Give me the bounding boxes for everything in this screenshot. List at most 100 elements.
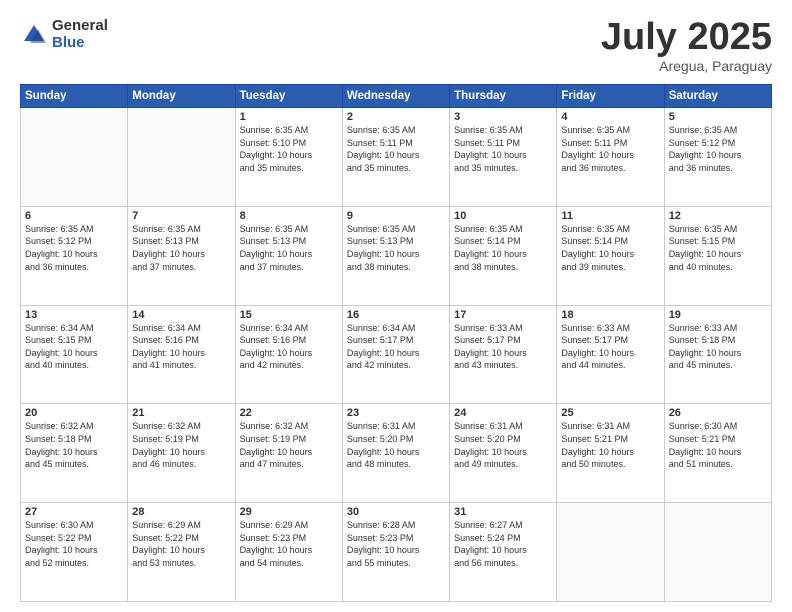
logo-blue-text: Blue [52,35,108,52]
table-cell [664,503,771,602]
day-number: 4 [561,111,659,123]
day-info: Sunrise: 6:29 AMSunset: 5:22 PMDaylight:… [132,519,230,569]
day-info: Sunrise: 6:30 AMSunset: 5:22 PMDaylight:… [25,519,123,569]
table-cell: 13Sunrise: 6:34 AMSunset: 5:15 PMDayligh… [21,305,128,404]
day-number: 8 [240,210,338,222]
day-number: 14 [132,309,230,321]
calendar-table: Sunday Monday Tuesday Wednesday Thursday… [20,84,772,602]
day-info: Sunrise: 6:28 AMSunset: 5:23 PMDaylight:… [347,519,445,569]
day-info: Sunrise: 6:34 AMSunset: 5:16 PMDaylight:… [132,322,230,372]
day-info: Sunrise: 6:34 AMSunset: 5:17 PMDaylight:… [347,322,445,372]
table-cell: 18Sunrise: 6:33 AMSunset: 5:17 PMDayligh… [557,305,664,404]
table-cell [21,108,128,207]
col-thursday: Thursday [450,85,557,108]
table-cell: 2Sunrise: 6:35 AMSunset: 5:11 PMDaylight… [342,108,449,207]
table-cell: 23Sunrise: 6:31 AMSunset: 5:20 PMDayligh… [342,404,449,503]
table-cell: 6Sunrise: 6:35 AMSunset: 5:12 PMDaylight… [21,206,128,305]
logo-icon [20,21,48,49]
day-info: Sunrise: 6:32 AMSunset: 5:19 PMDaylight:… [132,420,230,470]
table-cell: 12Sunrise: 6:35 AMSunset: 5:15 PMDayligh… [664,206,771,305]
table-cell: 25Sunrise: 6:31 AMSunset: 5:21 PMDayligh… [557,404,664,503]
day-info: Sunrise: 6:35 AMSunset: 5:15 PMDaylight:… [669,223,767,273]
day-info: Sunrise: 6:35 AMSunset: 5:13 PMDaylight:… [240,223,338,273]
day-info: Sunrise: 6:35 AMSunset: 5:13 PMDaylight:… [132,223,230,273]
day-number: 13 [25,309,123,321]
day-info: Sunrise: 6:31 AMSunset: 5:20 PMDaylight:… [347,420,445,470]
day-info: Sunrise: 6:31 AMSunset: 5:21 PMDaylight:… [561,420,659,470]
day-number: 28 [132,506,230,518]
day-info: Sunrise: 6:31 AMSunset: 5:20 PMDaylight:… [454,420,552,470]
day-number: 27 [25,506,123,518]
table-cell: 15Sunrise: 6:34 AMSunset: 5:16 PMDayligh… [235,305,342,404]
day-info: Sunrise: 6:35 AMSunset: 5:13 PMDaylight:… [347,223,445,273]
table-cell: 27Sunrise: 6:30 AMSunset: 5:22 PMDayligh… [21,503,128,602]
day-info: Sunrise: 6:34 AMSunset: 5:15 PMDaylight:… [25,322,123,372]
day-number: 26 [669,407,767,419]
day-number: 23 [347,407,445,419]
table-cell: 19Sunrise: 6:33 AMSunset: 5:18 PMDayligh… [664,305,771,404]
table-cell: 30Sunrise: 6:28 AMSunset: 5:23 PMDayligh… [342,503,449,602]
day-number: 29 [240,506,338,518]
table-cell: 11Sunrise: 6:35 AMSunset: 5:14 PMDayligh… [557,206,664,305]
day-info: Sunrise: 6:35 AMSunset: 5:11 PMDaylight:… [561,124,659,174]
calendar-header-row: Sunday Monday Tuesday Wednesday Thursday… [21,85,772,108]
table-cell: 14Sunrise: 6:34 AMSunset: 5:16 PMDayligh… [128,305,235,404]
week-row-3: 13Sunrise: 6:34 AMSunset: 5:15 PMDayligh… [21,305,772,404]
title-location: Aregua, Paraguay [601,58,772,74]
table-cell: 10Sunrise: 6:35 AMSunset: 5:14 PMDayligh… [450,206,557,305]
day-number: 10 [454,210,552,222]
day-number: 21 [132,407,230,419]
day-number: 24 [454,407,552,419]
day-info: Sunrise: 6:29 AMSunset: 5:23 PMDaylight:… [240,519,338,569]
table-cell: 7Sunrise: 6:35 AMSunset: 5:13 PMDaylight… [128,206,235,305]
header: General Blue July 2025 Aregua, Paraguay [20,18,772,74]
day-number: 30 [347,506,445,518]
table-cell: 3Sunrise: 6:35 AMSunset: 5:11 PMDaylight… [450,108,557,207]
day-info: Sunrise: 6:35 AMSunset: 5:10 PMDaylight:… [240,124,338,174]
table-cell: 17Sunrise: 6:33 AMSunset: 5:17 PMDayligh… [450,305,557,404]
col-tuesday: Tuesday [235,85,342,108]
day-number: 3 [454,111,552,123]
day-number: 20 [25,407,123,419]
logo-general-text: General [52,18,108,35]
table-cell: 20Sunrise: 6:32 AMSunset: 5:18 PMDayligh… [21,404,128,503]
table-cell [128,108,235,207]
week-row-4: 20Sunrise: 6:32 AMSunset: 5:18 PMDayligh… [21,404,772,503]
title-month: July 2025 [601,18,772,56]
week-row-2: 6Sunrise: 6:35 AMSunset: 5:12 PMDaylight… [21,206,772,305]
day-info: Sunrise: 6:35 AMSunset: 5:14 PMDaylight:… [561,223,659,273]
day-number: 18 [561,309,659,321]
table-cell: 16Sunrise: 6:34 AMSunset: 5:17 PMDayligh… [342,305,449,404]
table-cell: 9Sunrise: 6:35 AMSunset: 5:13 PMDaylight… [342,206,449,305]
col-wednesday: Wednesday [342,85,449,108]
day-number: 31 [454,506,552,518]
day-number: 19 [669,309,767,321]
day-number: 7 [132,210,230,222]
table-cell: 22Sunrise: 6:32 AMSunset: 5:19 PMDayligh… [235,404,342,503]
day-info: Sunrise: 6:35 AMSunset: 5:14 PMDaylight:… [454,223,552,273]
table-cell: 31Sunrise: 6:27 AMSunset: 5:24 PMDayligh… [450,503,557,602]
logo-text: General Blue [52,18,108,51]
day-number: 15 [240,309,338,321]
day-number: 25 [561,407,659,419]
table-cell: 8Sunrise: 6:35 AMSunset: 5:13 PMDaylight… [235,206,342,305]
day-info: Sunrise: 6:34 AMSunset: 5:16 PMDaylight:… [240,322,338,372]
day-info: Sunrise: 6:27 AMSunset: 5:24 PMDaylight:… [454,519,552,569]
day-info: Sunrise: 6:33 AMSunset: 5:17 PMDaylight:… [561,322,659,372]
day-info: Sunrise: 6:35 AMSunset: 5:11 PMDaylight:… [454,124,552,174]
day-number: 16 [347,309,445,321]
table-cell: 24Sunrise: 6:31 AMSunset: 5:20 PMDayligh… [450,404,557,503]
day-number: 5 [669,111,767,123]
table-cell: 28Sunrise: 6:29 AMSunset: 5:22 PMDayligh… [128,503,235,602]
col-sunday: Sunday [21,85,128,108]
day-info: Sunrise: 6:35 AMSunset: 5:11 PMDaylight:… [347,124,445,174]
day-info: Sunrise: 6:33 AMSunset: 5:18 PMDaylight:… [669,322,767,372]
day-info: Sunrise: 6:32 AMSunset: 5:19 PMDaylight:… [240,420,338,470]
day-number: 9 [347,210,445,222]
table-cell: 29Sunrise: 6:29 AMSunset: 5:23 PMDayligh… [235,503,342,602]
table-cell [557,503,664,602]
col-saturday: Saturday [664,85,771,108]
day-info: Sunrise: 6:35 AMSunset: 5:12 PMDaylight:… [25,223,123,273]
table-cell: 26Sunrise: 6:30 AMSunset: 5:21 PMDayligh… [664,404,771,503]
week-row-1: 1Sunrise: 6:35 AMSunset: 5:10 PMDaylight… [21,108,772,207]
